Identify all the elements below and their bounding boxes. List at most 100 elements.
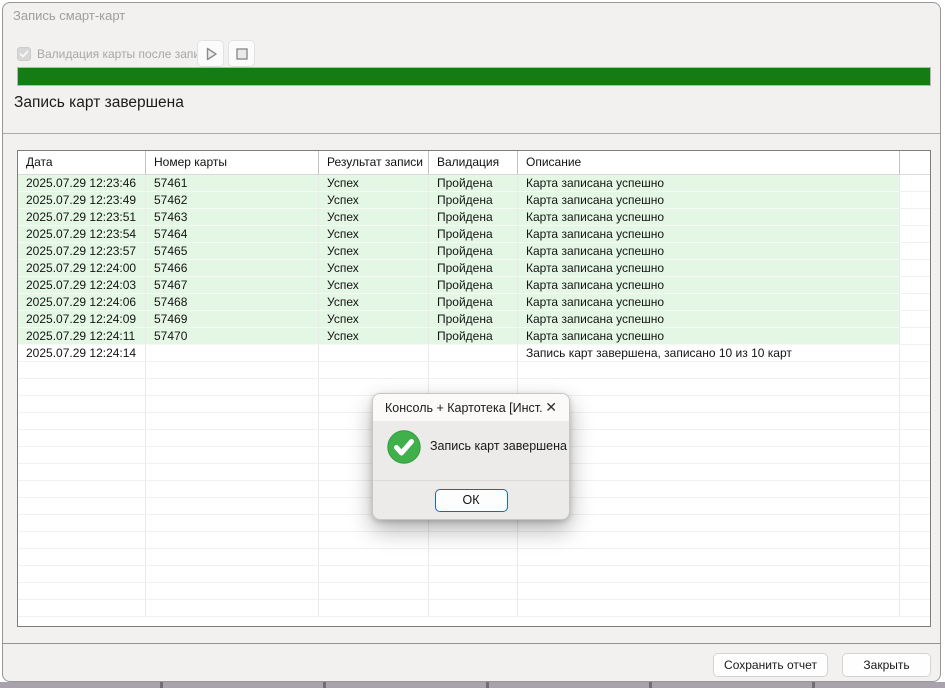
column-header-write-result[interactable]: Результат записи [319, 151, 429, 175]
close-icon[interactable]: ✕ [543, 394, 559, 421]
table-cell [518, 583, 900, 600]
completion-dialog: Консоль + Картотека [Инст... ✕ Запись ка… [372, 393, 570, 520]
table-cell [429, 566, 518, 583]
ok-button[interactable]: ОК [435, 489, 508, 512]
table-cell: Пройдена [429, 209, 518, 226]
table-cell-filler [900, 294, 930, 311]
table-cell: Успех [319, 311, 429, 328]
window-title: Запись смарт-карт [13, 8, 125, 23]
smart-card-write-window: Запись смарт-карт Валидация карты после … [2, 2, 941, 682]
table-cell-filler [900, 413, 930, 430]
table-row[interactable]: 2025.07.29 12:23:5157463УспехПройденаКар… [18, 209, 930, 226]
table-cell-filler [900, 209, 930, 226]
table-row[interactable]: 2025.07.29 12:23:4957462УспехПройденаКар… [18, 192, 930, 209]
table-cell: 2025.07.29 12:24:11 [18, 328, 146, 345]
column-header-date[interactable]: Дата [18, 151, 146, 175]
table-cell: Успех [319, 260, 429, 277]
table-cell: Пройдена [429, 294, 518, 311]
table-cell [146, 379, 319, 396]
table-cell [146, 549, 319, 566]
table-cell [18, 481, 146, 498]
table-cell [518, 532, 900, 549]
top-divider [3, 133, 940, 134]
write-log-table: Дата Номер карты Результат записи Валида… [17, 150, 931, 627]
column-header-card-number[interactable]: Номер карты [146, 151, 319, 175]
table-cell: 57470 [146, 328, 319, 345]
table-cell [429, 600, 518, 617]
write-progress-bar [17, 67, 931, 86]
status-heading: Запись карт завершена [14, 94, 184, 112]
table-cell: Успех [319, 277, 429, 294]
table-cell [518, 379, 900, 396]
table-row[interactable]: 2025.07.29 12:23:5757465УспехПройденаКар… [18, 243, 930, 260]
table-cell: 57464 [146, 226, 319, 243]
table-cell: Успех [319, 243, 429, 260]
table-cell [146, 413, 319, 430]
table-cell: 2025.07.29 12:24:03 [18, 277, 146, 294]
table-cell: Пройдена [429, 260, 518, 277]
table-cell: 2025.07.29 12:24:00 [18, 260, 146, 277]
table-cell: 57463 [146, 209, 319, 226]
table-cell-filler [900, 532, 930, 549]
stop-write-button[interactable] [228, 40, 255, 67]
save-report-button[interactable]: Сохранить отчет [713, 653, 828, 677]
table-cell [518, 566, 900, 583]
table-cell [18, 379, 146, 396]
table-cell: Карта записана успешно [518, 192, 900, 209]
table-cell-filler [900, 549, 930, 566]
table-row[interactable]: 2025.07.29 12:24:0357467УспехПройденаКар… [18, 277, 930, 294]
dialog-body: Запись карт завершена [373, 421, 569, 480]
table-cell: 57469 [146, 311, 319, 328]
table-cell [18, 498, 146, 515]
table-cell [429, 532, 518, 549]
table-row[interactable]: 2025.07.29 12:23:5457464УспехПройденаКар… [18, 226, 930, 243]
table-cell [146, 498, 319, 515]
table-cell [18, 583, 146, 600]
table-cell [518, 481, 900, 498]
table-empty-row [18, 362, 930, 379]
close-button[interactable]: Закрыть [842, 653, 931, 677]
table-cell [518, 447, 900, 464]
table-cell: Успех [319, 192, 429, 209]
table-cell [146, 447, 319, 464]
table-cell-filler [900, 498, 930, 515]
table-cell: 2025.07.29 12:24:14 [18, 345, 146, 362]
table-cell [18, 600, 146, 617]
table-cell-filler [900, 362, 930, 379]
table-row[interactable]: 2025.07.29 12:23:4657461УспехПройденаКар… [18, 175, 930, 192]
validation-checkbox[interactable] [17, 47, 31, 61]
table-row[interactable]: 2025.07.29 12:24:1157470УспехПройденаКар… [18, 328, 930, 345]
table-row[interactable]: 2025.07.29 12:24:14Запись карт завершена… [18, 345, 930, 362]
table-cell-filler [900, 328, 930, 345]
table-cell [429, 549, 518, 566]
start-write-button[interactable] [197, 40, 224, 67]
progress-fill [18, 68, 930, 85]
table-cell [518, 362, 900, 379]
table-cell: 57466 [146, 260, 319, 277]
table-cell: Пройдена [429, 175, 518, 192]
table-cell [146, 362, 319, 379]
table-cell [518, 464, 900, 481]
bottom-divider [3, 643, 940, 644]
table-cell: 2025.07.29 12:23:54 [18, 226, 146, 243]
validation-checkbox-label: Валидация карты после записи [37, 47, 213, 61]
table-cell [18, 532, 146, 549]
table-row[interactable]: 2025.07.29 12:24:0057466УспехПройденаКар… [18, 260, 930, 277]
column-header-validation[interactable]: Валидация [429, 151, 518, 175]
table-empty-row [18, 566, 930, 583]
table-cell: Карта записана успешно [518, 277, 900, 294]
table-cell: Пройдена [429, 226, 518, 243]
column-header-filler [900, 151, 930, 175]
table-cell [146, 515, 319, 532]
table-row[interactable]: 2025.07.29 12:24:0957469УспехПройденаКар… [18, 311, 930, 328]
table-row[interactable]: 2025.07.29 12:24:0657468УспехПройденаКар… [18, 294, 930, 311]
table-cell [18, 515, 146, 532]
table-empty-row [18, 532, 930, 549]
table-cell-filler [900, 379, 930, 396]
table-cell [18, 464, 146, 481]
table-cell [18, 447, 146, 464]
table-cell: Карта записана успешно [518, 209, 900, 226]
table-cell: 2025.07.29 12:24:06 [18, 294, 146, 311]
table-cell [518, 515, 900, 532]
column-header-description[interactable]: Описание [518, 151, 900, 175]
